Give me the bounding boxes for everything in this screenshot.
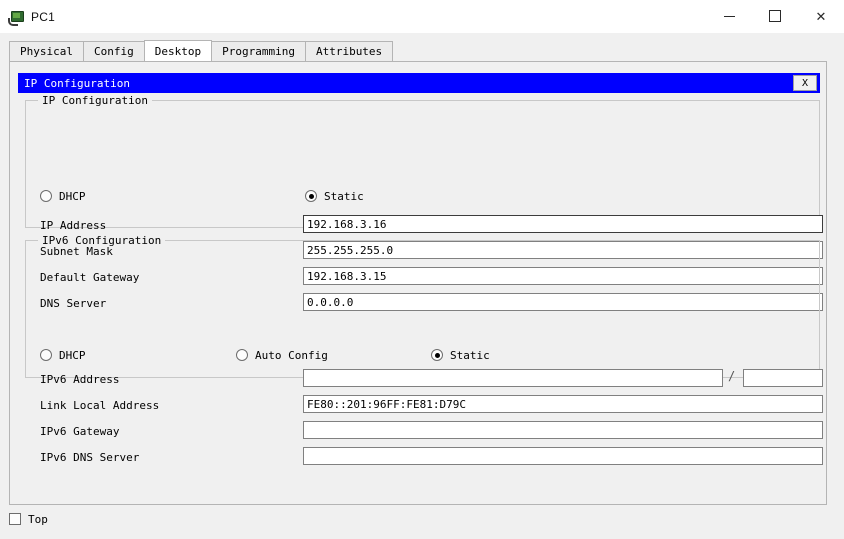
ipv4-group-title: IP Configuration xyxy=(38,94,152,107)
ipv6-group-title: IPv6 Configuration xyxy=(38,234,166,247)
maximize-button[interactable] xyxy=(752,0,798,32)
tab-desktop[interactable]: Desktop xyxy=(143,40,213,61)
top-checkbox[interactable] xyxy=(9,513,21,525)
window-title-bar: PC1 ✕ xyxy=(0,0,844,33)
ip-configuration-caption-title: IP Configuration xyxy=(24,76,130,90)
ipv4-configuration-group: IP Configuration xyxy=(25,94,820,228)
tab-config-label: Config xyxy=(93,45,134,58)
ipv6-configuration-group: IPv6 Configuration xyxy=(25,234,820,378)
ip-configuration-close-label: X xyxy=(801,77,809,89)
ipv6-link-local-address-label: Link Local Address xyxy=(40,399,160,412)
tab-physical[interactable]: Physical xyxy=(9,41,84,61)
tab-desktop-label: Desktop xyxy=(154,44,202,58)
ipv6-dhcp-radio[interactable]: DHCP xyxy=(40,348,86,362)
ipv6-link-local-address-input[interactable]: FE80::201:96FF:FE81:D79C xyxy=(303,395,823,413)
ipv6-static-radio[interactable]: Static xyxy=(431,348,490,362)
ipv4-dhcp-label: DHCP xyxy=(59,189,86,203)
pc-device-icon xyxy=(8,9,24,26)
desktop-tab-panel: IP Configuration X IP Configuration DHCP… xyxy=(9,61,827,505)
radio-circle-icon xyxy=(40,349,52,361)
ipv4-ip-address-input[interactable]: 192.168.3.16 xyxy=(303,215,823,233)
ipv6-dhcp-label: DHCP xyxy=(59,348,86,362)
close-icon: ✕ xyxy=(815,8,827,24)
tab-attributes-label: Attributes xyxy=(315,45,383,58)
tab-programming-label: Programming xyxy=(222,45,295,58)
close-button[interactable]: ✕ xyxy=(798,0,844,32)
ipv4-static-label: Static xyxy=(324,189,364,203)
radio-circle-selected-icon xyxy=(431,349,443,361)
ip-configuration-close-button[interactable]: X xyxy=(793,75,817,91)
maximize-icon xyxy=(769,10,781,22)
window-title: PC1 xyxy=(31,9,55,24)
radio-circle-icon xyxy=(236,349,248,361)
ipv6-address-input[interactable] xyxy=(303,369,723,387)
tab-config[interactable]: Config xyxy=(82,41,145,61)
ipv4-static-radio[interactable]: Static xyxy=(305,189,364,203)
ipv6-static-label: Static xyxy=(450,348,490,362)
ipv6-prefix-length-input[interactable] xyxy=(743,369,823,387)
ipv6-address-label: IPv6 Address xyxy=(40,373,120,386)
tab-programming[interactable]: Programming xyxy=(211,41,306,61)
ipv6-gateway-label: IPv6 Gateway xyxy=(40,425,120,438)
tab-bar: Physical Config Desktop Programming Attr… xyxy=(9,40,827,61)
ipv6-auto-config-label: Auto Config xyxy=(255,348,328,362)
ipv6-dns-server-label: IPv6 DNS Server xyxy=(40,451,140,464)
top-checkbox-label: Top xyxy=(28,512,48,526)
ipv6-dns-server-input[interactable] xyxy=(303,447,823,465)
top-checkbox-row[interactable]: Top xyxy=(9,511,48,527)
ip-configuration-caption-bar: IP Configuration X xyxy=(18,73,820,93)
minimize-button[interactable] xyxy=(706,0,752,32)
minimize-icon xyxy=(723,15,735,17)
ipv4-ip-address-value: 192.168.3.16 xyxy=(307,217,387,231)
radio-circle-icon xyxy=(40,190,52,202)
ipv6-gateway-input[interactable] xyxy=(303,421,823,439)
ipv4-ip-address-label: IP Address xyxy=(40,219,107,232)
ipv4-dhcp-radio[interactable]: DHCP xyxy=(40,189,86,203)
ipv6-link-local-address-value: FE80::201:96FF:FE81:D79C xyxy=(307,397,466,411)
tab-physical-label: Physical xyxy=(20,45,73,58)
ipv6-auto-config-radio[interactable]: Auto Config xyxy=(236,348,328,362)
ipv6-prefix-separator: / xyxy=(728,369,736,383)
tab-attributes[interactable]: Attributes xyxy=(304,41,394,61)
radio-circle-selected-icon xyxy=(305,190,317,202)
